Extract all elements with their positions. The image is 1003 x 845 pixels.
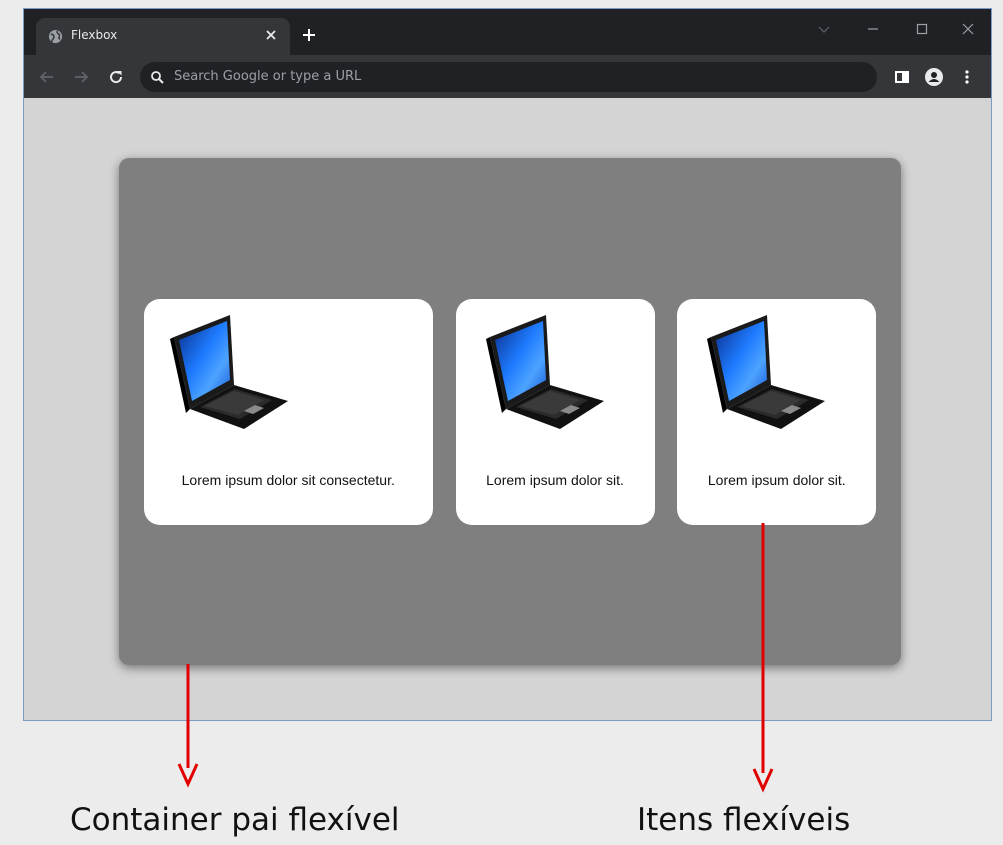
tab-flexbox[interactable]: Flexbox	[36, 18, 290, 55]
address-bar-placeholder: Search Google or type a URL	[174, 69, 362, 84]
address-bar[interactable]: Search Google or type a URL	[140, 62, 877, 92]
card-text: Lorem ipsum dolor sit consectetur.	[181, 471, 395, 488]
laptop-icon	[169, 314, 288, 429]
page-viewport: Lorem ipsum dolor sit consectetur. Lorem…	[24, 98, 991, 720]
flex-item-card: Lorem ipsum dolor sit consectetur.	[143, 298, 433, 525]
items-annotation-label: Itens flexíveis	[637, 802, 851, 838]
laptop-icon	[707, 314, 826, 429]
side-panel-icon[interactable]	[892, 67, 912, 87]
flex-item-card: Lorem ipsum dolor sit.	[455, 298, 655, 525]
flex-item-card: Lorem ipsum dolor sit.	[677, 298, 877, 525]
window-close-icon[interactable]	[961, 22, 975, 36]
tab-title: Flexbox	[71, 28, 118, 42]
reload-icon[interactable]	[107, 68, 125, 86]
card-text: Lorem ipsum dolor sit.	[707, 471, 846, 488]
close-icon[interactable]	[264, 28, 278, 42]
items-arrow-icon	[752, 523, 774, 793]
laptop-icon	[485, 314, 604, 429]
container-arrow-icon	[177, 664, 199, 788]
arrow-left-icon[interactable]	[38, 68, 56, 86]
toolbar: Search Google or type a URL	[24, 55, 991, 98]
kebab-menu-icon[interactable]	[957, 67, 977, 87]
search-icon	[151, 71, 164, 84]
chevron-down-icon[interactable]	[817, 22, 831, 36]
container-annotation-label: Container pai flexível	[70, 802, 400, 838]
card-text: Lorem ipsum dolor sit.	[486, 471, 624, 488]
plus-icon[interactable]	[301, 27, 317, 43]
minimize-icon[interactable]	[866, 22, 880, 36]
arrow-right-icon[interactable]	[72, 68, 90, 86]
browser-window: Flexbox Search Google or type a URL Lore…	[23, 8, 992, 721]
maximize-icon[interactable]	[915, 22, 929, 36]
globe-icon	[48, 29, 63, 44]
flex-container: Lorem ipsum dolor sit consectetur. Lorem…	[119, 158, 901, 665]
title-bar: Flexbox	[24, 9, 991, 55]
profile-icon[interactable]	[924, 67, 944, 87]
